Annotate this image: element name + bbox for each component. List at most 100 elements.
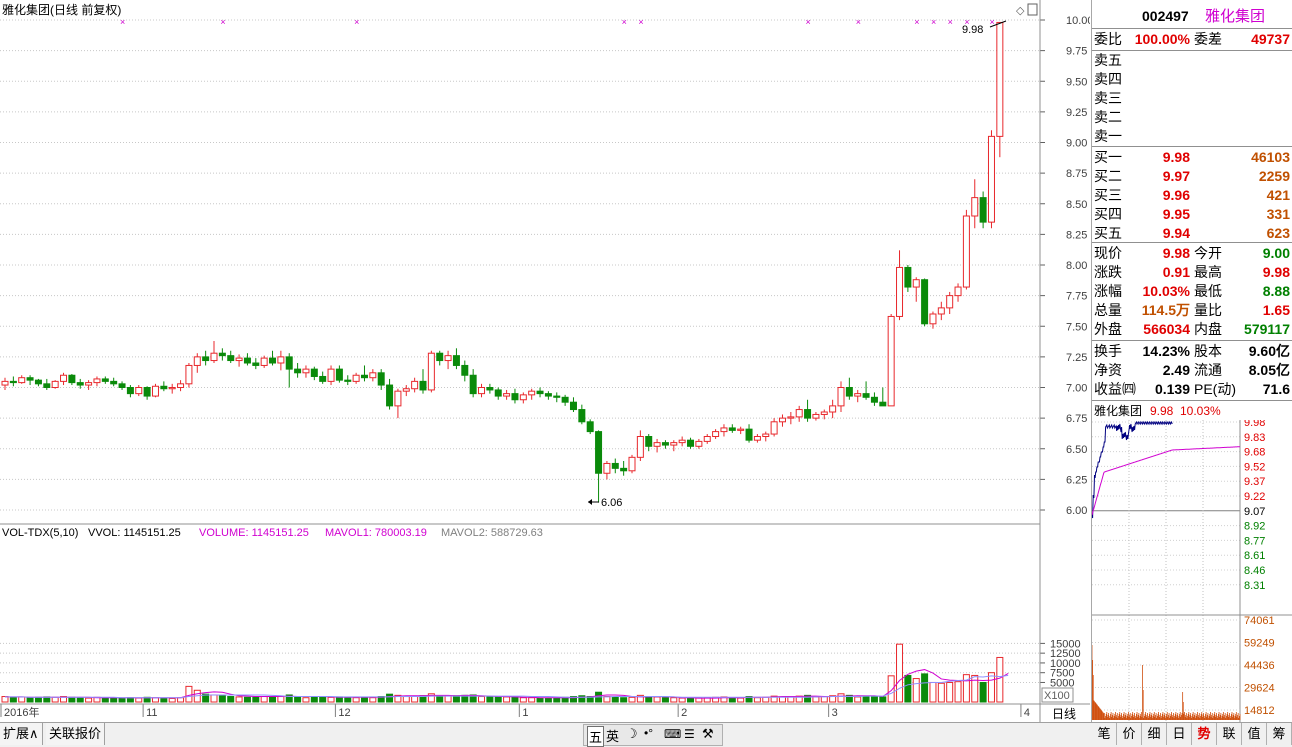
candle[interactable] <box>1 380 9 386</box>
right-tab-3[interactable]: 日 <box>1167 723 1192 745</box>
candle[interactable] <box>452 355 460 366</box>
ime-toolbar[interactable]: 五 英 ☽ •° ⌨ ☰ ⚒ <box>583 724 723 747</box>
diamond-icon[interactable]: ◇ <box>1016 5 1025 17</box>
candle[interactable] <box>26 377 34 381</box>
candle[interactable] <box>344 379 352 382</box>
candle[interactable] <box>461 364 469 376</box>
event-marker[interactable]: × <box>948 17 953 27</box>
candle[interactable] <box>143 387 151 397</box>
volume-bar[interactable] <box>227 696 235 703</box>
candle[interactable] <box>93 378 101 384</box>
candle[interactable] <box>135 387 143 395</box>
candle[interactable] <box>436 352 444 362</box>
candle[interactable] <box>18 377 26 384</box>
candle[interactable] <box>720 427 728 433</box>
volume-bar[interactable] <box>946 681 954 703</box>
candle[interactable] <box>319 375 327 382</box>
candle[interactable] <box>528 390 536 396</box>
candle[interactable] <box>360 374 368 379</box>
volume-bar[interactable] <box>854 696 862 703</box>
candle[interactable] <box>820 411 828 415</box>
candle[interactable] <box>620 467 628 472</box>
candle[interactable] <box>419 380 427 391</box>
volume-bar[interactable] <box>110 697 118 703</box>
buy-level-row[interactable]: 买五 9.94 623 <box>1092 224 1292 243</box>
volume-bar[interactable] <box>277 696 285 703</box>
candle[interactable] <box>260 357 268 366</box>
wrench-icon[interactable]: ⚒ <box>702 726 714 742</box>
volume-bar[interactable] <box>386 693 394 703</box>
volume-bar[interactable] <box>51 696 59 703</box>
event-marker[interactable]: × <box>220 17 225 27</box>
candle[interactable] <box>160 385 168 390</box>
candle[interactable] <box>285 356 293 370</box>
candle[interactable] <box>511 393 519 401</box>
volume-bar[interactable] <box>218 695 226 703</box>
volume-bar[interactable] <box>85 697 93 703</box>
volume-bar[interactable] <box>319 696 327 703</box>
right-tab-4[interactable]: 势 <box>1192 723 1217 745</box>
volume-bar[interactable] <box>352 697 360 703</box>
volume-bar[interactable] <box>252 696 260 703</box>
event-marker[interactable]: × <box>638 17 643 27</box>
candle[interactable] <box>787 416 795 419</box>
candle[interactable] <box>469 374 477 395</box>
candle[interactable] <box>879 401 887 407</box>
candle[interactable] <box>870 396 878 403</box>
candle[interactable] <box>854 393 862 397</box>
candle[interactable] <box>235 357 243 362</box>
candle[interactable] <box>778 417 786 423</box>
candle[interactable] <box>544 393 552 397</box>
volume-bar[interactable] <box>185 685 193 703</box>
volume-bar[interactable] <box>670 697 678 703</box>
volume-bar[interactable] <box>887 675 895 703</box>
candle[interactable] <box>294 368 302 374</box>
candle[interactable] <box>386 384 394 407</box>
candle[interactable] <box>603 462 611 474</box>
candle[interactable] <box>327 368 335 382</box>
candle[interactable] <box>687 439 695 447</box>
volume-bar[interactable] <box>360 696 368 703</box>
sell-level-row[interactable]: 卖五 <box>1092 51 1292 70</box>
candle[interactable] <box>812 413 820 419</box>
candle[interactable] <box>402 388 410 392</box>
event-marker[interactable]: × <box>622 17 627 27</box>
fund-row[interactable]: 换手 14.23% 股本 9.60亿 <box>1092 342 1292 361</box>
candle[interactable] <box>896 266 904 317</box>
buy-level-row[interactable]: 买三 9.96 421 <box>1092 186 1292 205</box>
candle[interactable] <box>804 409 812 419</box>
volume-bar[interactable] <box>210 694 218 703</box>
volume-bar[interactable] <box>235 696 243 703</box>
candle[interactable] <box>68 374 76 384</box>
event-marker[interactable]: × <box>354 17 359 27</box>
candle[interactable] <box>611 462 619 469</box>
sell-level-row[interactable]: 卖二 <box>1092 108 1292 127</box>
candle[interactable] <box>352 374 360 382</box>
volume-bar[interactable] <box>369 697 377 703</box>
candle[interactable] <box>653 442 661 447</box>
candle[interactable] <box>202 356 210 362</box>
volume-bar[interactable] <box>177 697 185 703</box>
candle[interactable] <box>478 387 486 395</box>
candle[interactable] <box>837 387 845 407</box>
candle[interactable] <box>954 286 962 297</box>
candle[interactable] <box>937 307 945 315</box>
volume-bar[interactable] <box>896 643 904 703</box>
volume-bar[interactable] <box>327 696 335 703</box>
candle[interactable] <box>979 197 987 223</box>
event-marker[interactable]: × <box>931 17 936 27</box>
fund-row[interactable]: 净资 2.49 流通 8.05亿 <box>1092 361 1292 380</box>
related-quote-tab[interactable]: 关联报价 <box>46 723 106 745</box>
volume-bar[interactable] <box>310 696 318 703</box>
volume-bar[interactable] <box>494 696 502 703</box>
expand-tab[interactable]: 扩展∧ <box>0 723 43 745</box>
candle[interactable] <box>996 21 1004 137</box>
candle[interactable] <box>695 440 703 447</box>
candle[interactable] <box>151 385 159 397</box>
candle[interactable] <box>887 315 895 407</box>
volume-bar[interactable] <box>528 697 536 703</box>
candle[interactable] <box>712 431 720 438</box>
stat-row[interactable]: 现价 9.98 今开 9.00 <box>1092 244 1292 263</box>
candle[interactable] <box>912 279 920 288</box>
candle[interactable] <box>645 436 653 447</box>
